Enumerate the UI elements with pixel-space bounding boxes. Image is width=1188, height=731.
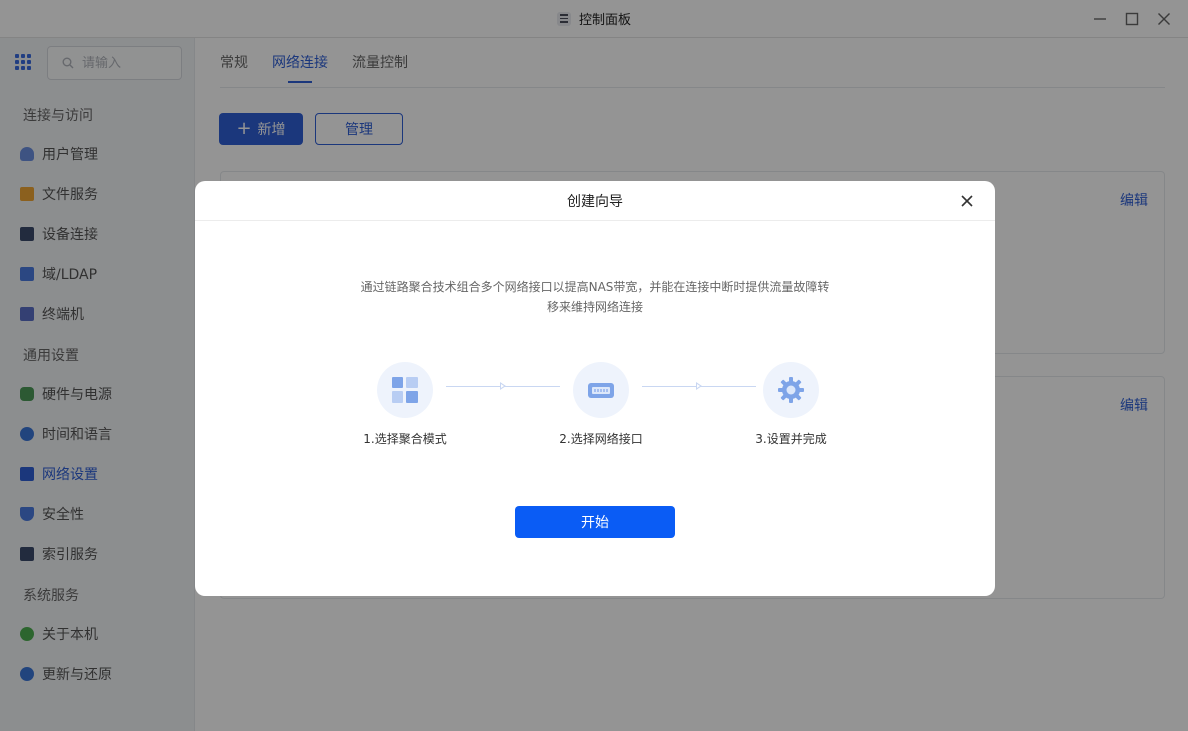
dialog-title: 创建向导 <box>567 193 623 210</box>
description-line: 移来维持网络连接 <box>546 300 643 314</box>
dialog-close-button[interactable] <box>959 193 975 209</box>
dialog-header: 创建向导 <box>195 181 995 221</box>
step-select-interface: 2.选择网络接口 <box>541 362 661 447</box>
network-port-icon <box>588 383 614 398</box>
step-icon-container <box>377 362 433 418</box>
arrow-icon <box>696 382 702 390</box>
gear-icon <box>778 377 804 403</box>
dialog-description: 通过链路聚合技术组合多个网络接口以提高NAS带宽，并能在连接中断时提供流量故障转… <box>345 277 845 317</box>
step-label: 1.选择聚合模式 <box>363 432 447 446</box>
step-icon-container <box>573 362 629 418</box>
arrow-icon <box>500 382 506 390</box>
start-button[interactable]: 开始 <box>515 506 675 538</box>
step-configure-finish: 3.设置并完成 <box>731 362 851 447</box>
step-icon-container <box>763 362 819 418</box>
step-select-mode: 1.选择聚合模式 <box>345 362 465 447</box>
create-wizard-dialog: 创建向导 通过链路聚合技术组合多个网络接口以提高NAS带宽，并能在连接中断时提供… <box>195 181 995 596</box>
grid-layout-icon <box>392 377 418 403</box>
close-icon <box>961 195 973 207</box>
step-label: 3.设置并完成 <box>755 432 827 446</box>
step-label: 2.选择网络接口 <box>559 432 643 446</box>
description-line: 通过链路聚合技术组合多个网络接口以提高NAS带宽，并能在连接中断时提供流量故障转 <box>360 280 830 294</box>
